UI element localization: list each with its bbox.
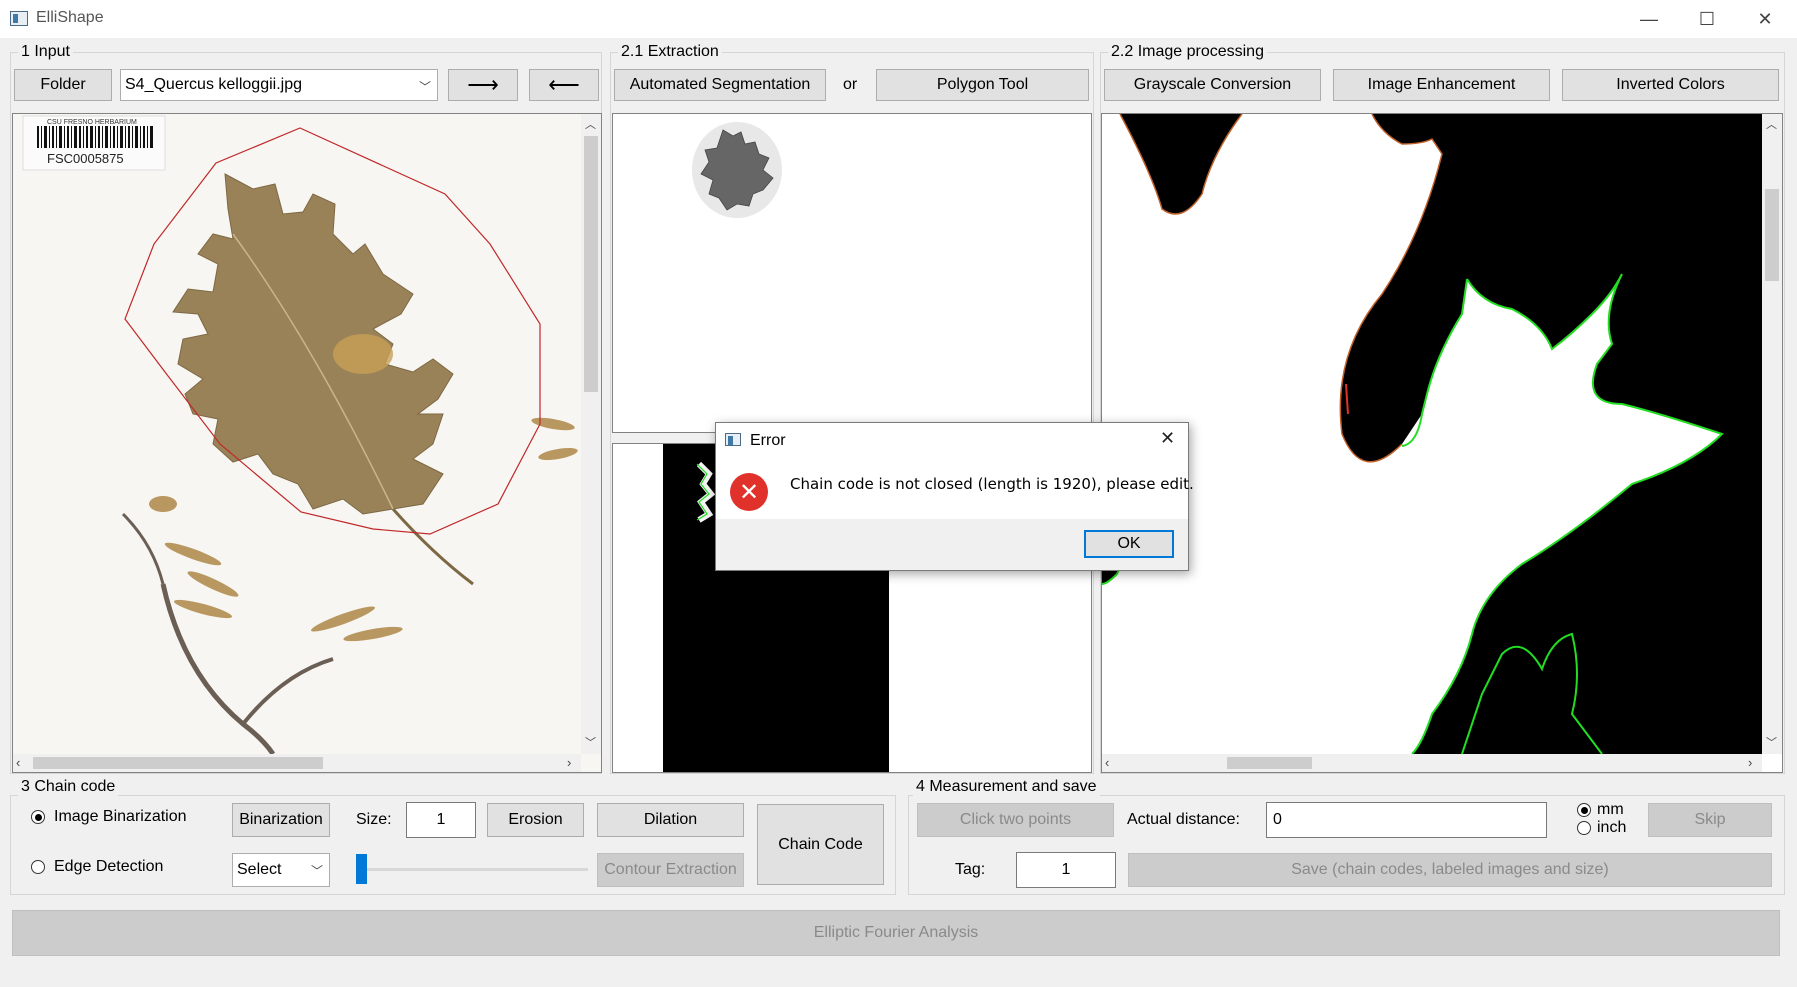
scroll-thumb[interactable] — [1765, 189, 1779, 281]
window-title: ElliShape — [36, 9, 104, 26]
scroll-down-icon[interactable]: ﹀ — [1766, 734, 1777, 750]
scroll-left-icon[interactable]: ‹ — [1105, 755, 1109, 770]
image-enhancement-button[interactable]: Image Enhancement — [1333, 69, 1550, 101]
or-label: or — [843, 76, 858, 93]
threshold-slider-handle[interactable] — [356, 854, 367, 884]
barcode-header: CSU FRESNO HERBARIUM — [47, 119, 137, 126]
size-label: Size: — [356, 811, 392, 828]
extraction-thumbnail — [692, 122, 782, 218]
scroll-up-icon[interactable]: ︿ — [1766, 116, 1777, 132]
dialog-message: Chain code is not closed (length is 1920… — [790, 475, 1194, 493]
binary-image — [1102, 114, 1762, 754]
scroll-thumb[interactable] — [1227, 757, 1312, 769]
elliptic-fourier-analysis-button[interactable]: Elliptic Fourier Analysis — [12, 910, 1780, 956]
prev-image-button[interactable]: ⟵ — [529, 69, 599, 101]
binarization-radio-label: Image Binarization — [54, 808, 187, 825]
tag-input[interactable]: 1 — [1016, 852, 1116, 888]
leaf-shape — [172, 173, 454, 515]
grayscale-conversion-button[interactable]: Grayscale Conversion — [1104, 69, 1321, 101]
input-group-label: 1 Input — [18, 43, 73, 61]
dialog-app-icon — [725, 433, 741, 446]
processing-group-label: 2.2 Image processing — [1108, 43, 1267, 61]
app-icon — [10, 11, 28, 26]
ok-button[interactable]: OK — [1084, 530, 1174, 558]
input-image-pane[interactable]: CSU FRESNO HERBARIUM FSC0005875 ︿ ﹀ ‹ › — [12, 113, 602, 773]
close-window-button[interactable]: ✕ — [1736, 0, 1794, 38]
minimize-button[interactable]: — — [1620, 0, 1678, 38]
actual-distance-label: Actual distance: — [1127, 811, 1240, 828]
chevron-down-icon: ﹀ — [418, 80, 431, 94]
edge-detection-radio[interactable] — [31, 860, 45, 874]
error-icon: ✕ — [730, 473, 768, 511]
chain-code-button[interactable]: Chain Code — [757, 804, 884, 885]
input-vertical-scrollbar[interactable]: ︿ ﹀ — [581, 114, 601, 754]
binarization-radio[interactable] — [31, 810, 45, 824]
chevron-down-icon: ﹀ — [310, 864, 323, 878]
folder-button[interactable]: Folder — [14, 69, 112, 101]
maximize-button[interactable]: ☐ — [1678, 0, 1736, 38]
unit-inch-label: inch — [1597, 819, 1627, 836]
processing-image-pane[interactable]: ︿ ﹀ ‹ › — [1101, 113, 1783, 773]
title-bar — [0, 0, 1797, 38]
click-two-points-button[interactable]: Click two points — [917, 803, 1114, 837]
save-button[interactable]: Save (chain codes, labeled images and si… — [1128, 853, 1772, 887]
scroll-thumb[interactable] — [33, 757, 323, 769]
threshold-slider-track[interactable] — [356, 868, 588, 871]
erosion-button[interactable]: Erosion — [487, 803, 584, 837]
edge-method-select[interactable]: Select ﹀ — [232, 853, 330, 887]
edge-detection-radio-label: Edge Detection — [54, 858, 164, 875]
scroll-right-icon[interactable]: › — [567, 755, 571, 770]
processing-vertical-scrollbar[interactable]: ︿ ﹀ — [1762, 114, 1782, 754]
scroll-up-icon[interactable]: ︿ — [585, 116, 596, 132]
skip-button[interactable]: Skip — [1648, 803, 1772, 837]
dialog-title: Error — [750, 432, 786, 449]
processing-horizontal-scrollbar[interactable]: ‹ › — [1102, 754, 1762, 772]
extraction-group-label: 2.1 Extraction — [618, 43, 722, 61]
dialog-close-icon[interactable]: ✕ — [1160, 428, 1175, 449]
next-image-button[interactable]: ⟶ — [448, 69, 518, 101]
automated-segmentation-button[interactable]: Automated Segmentation — [614, 69, 826, 101]
unit-inch-radio[interactable] — [1577, 821, 1591, 835]
size-input[interactable]: 1 — [406, 802, 476, 838]
dialog-body — [716, 423, 1188, 519]
inverted-colors-button[interactable]: Inverted Colors — [1562, 69, 1779, 101]
polygon-tool-button[interactable]: Polygon Tool — [876, 69, 1089, 101]
binarization-button[interactable]: Binarization — [232, 803, 330, 837]
unit-mm-radio[interactable] — [1577, 803, 1591, 817]
scroll-thumb[interactable] — [584, 136, 598, 392]
barcode-id: FSC0005875 — [47, 151, 124, 166]
edge-method-value: Select — [237, 861, 282, 878]
chain-code-group-label: 3 Chain code — [18, 778, 119, 796]
scroll-left-icon[interactable]: ‹ — [16, 755, 20, 770]
contour-extraction-button[interactable]: Contour Extraction — [597, 853, 744, 887]
scroll-right-icon[interactable]: › — [1748, 755, 1752, 770]
scroll-down-icon[interactable]: ﹀ — [585, 734, 596, 750]
extraction-preview-pane[interactable] — [612, 113, 1092, 433]
file-select-value: S4_Quercus kelloggii.jpg — [125, 76, 302, 93]
actual-distance-input[interactable]: 0 — [1266, 802, 1547, 838]
tag-label: Tag: — [955, 861, 986, 878]
input-horizontal-scrollbar[interactable]: ‹ › — [13, 754, 581, 772]
unit-mm-label: mm — [1597, 801, 1624, 818]
specimen-image: CSU FRESNO HERBARIUM FSC0005875 — [22, 115, 578, 754]
file-select[interactable]: S4_Quercus kelloggii.jpg ﹀ — [120, 69, 438, 101]
dilation-button[interactable]: Dilation — [597, 803, 744, 837]
error-dialog: Error ✕ ✕ Chain code is not closed (leng… — [715, 422, 1194, 571]
measurement-group-label: 4 Measurement and save — [913, 778, 1100, 796]
